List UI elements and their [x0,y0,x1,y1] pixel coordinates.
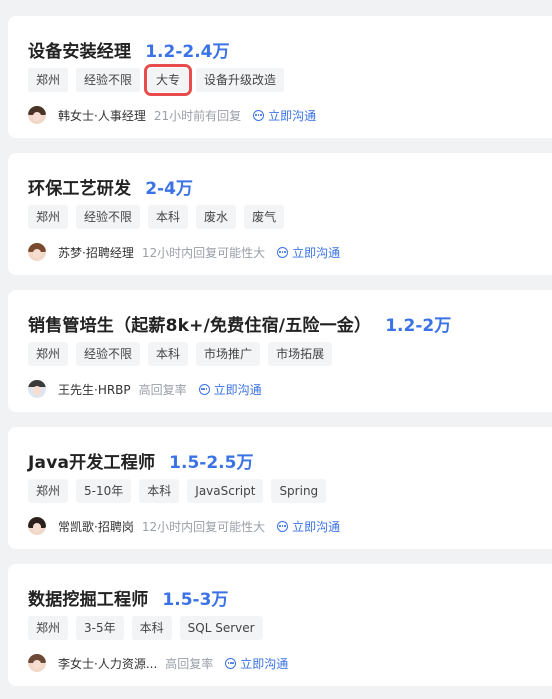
job-title-row: 数据挖掘工程师 1.5-3万 [28,584,228,610]
chat-button[interactable]: 立即沟通 [253,107,316,124]
job-tag: SQL Server [179,616,263,640]
recruiter-name: 李女士·人力资源... [58,656,158,671]
job-tag: 郑州 [28,616,69,640]
job-tag: 经验不限 [76,205,141,229]
job-tag: 本科 [148,342,189,366]
reply-status: 12小时内回复可能性大 [141,519,266,534]
job-tags: 郑州 经验不限 本科 废水 废气 [28,205,285,229]
job-tag: 本科 [131,616,172,640]
job-salary: 1.2-2.4万 [145,41,230,62]
recruiter-row: 常凯歌·招聘岗 12小时内回复可能性大 立即沟通 [28,515,340,537]
chat-icon [198,383,210,395]
avatar [28,380,46,398]
job-tag: 郑州 [28,68,69,92]
job-title-row: Java开发工程师 1.5-2.5万 [28,447,253,473]
job-tag-highlighted: 大专 [144,64,193,96]
recruiter-name: 王先生·HRBP [58,382,131,397]
recruiter-name: 韩女士·人事经理 [58,108,146,123]
job-tag: 经验不限 [76,68,141,92]
job-card[interactable]: 数据挖掘工程师 1.5-3万 郑州 3-5年 本科 SQL Server 李女士… [8,564,552,686]
recruiter-name: 苏梦·招聘经理 [58,245,134,260]
job-tags: 郑州 3-5年 本科 SQL Server [28,616,263,640]
reply-status: 12小时内回复可能性大 [141,245,266,260]
job-title-row: 设备安装经理 1.2-2.4万 [28,36,230,62]
job-tags: 郑州 5-10年 本科 JavaScript Spring [28,479,327,503]
chat-label: 立即沟通 [292,519,341,534]
recruiter-row: 韩女士·人事经理 21小时前有回复 立即沟通 [28,104,316,126]
avatar [28,243,46,261]
job-card[interactable]: 环保工艺研发 2-4万 郑州 经验不限 本科 废水 废气 苏梦·招聘经理 12小… [8,153,552,275]
job-tag: 本科 [139,479,180,503]
job-title[interactable]: Java开发工程师 [28,448,155,473]
recruiter-row: 王先生·HRBP 高回复率 立即沟通 [28,378,262,400]
job-tag: 经验不限 [76,342,141,366]
chat-button[interactable]: 立即沟通 [277,244,340,261]
chat-label: 立即沟通 [268,108,317,123]
job-salary: 1.2-2万 [385,315,452,336]
job-tag: 3-5年 [76,616,124,640]
job-tags: 郑州 经验不限 大专 设备升级改造 [28,64,285,96]
recruiter-row: 苏梦·招聘经理 12小时内回复可能性大 立即沟通 [28,241,340,263]
job-tag: JavaScript [187,479,264,503]
job-card[interactable]: Java开发工程师 1.5-2.5万 郑州 5-10年 本科 JavaScrip… [8,427,552,549]
job-tag: 废水 [196,205,237,229]
chat-button[interactable]: 立即沟通 [198,381,262,398]
avatar [28,106,46,124]
job-tag: 设备升级改造 [196,68,285,92]
job-title[interactable]: 设备安装经理 [28,37,131,62]
job-tag: 市场推广 [196,342,261,366]
recruiter-name: 常凯歌·招聘岗 [58,519,134,534]
avatar [28,517,46,535]
reply-status: 21小时前有回复 [153,108,242,123]
chat-icon [277,246,289,258]
job-title-row: 环保工艺研发 2-4万 [28,173,193,199]
job-salary: 1.5-2.5万 [169,452,254,473]
job-title[interactable]: 环保工艺研发 [28,174,131,199]
job-tag: 市场拓展 [268,342,333,366]
job-title[interactable]: 销售管培生（起薪8k+/免费住宿/五险一金） [28,311,371,336]
job-tag: 本科 [148,205,189,229]
job-salary: 2-4万 [145,178,193,199]
chat-label: 立即沟通 [292,245,341,260]
reply-status: 高回复率 [138,382,187,397]
reply-status: 高回复率 [165,656,214,671]
chat-button[interactable]: 立即沟通 [225,655,288,672]
job-card[interactable]: 设备安装经理 1.2-2.4万 郑州 经验不限 大专 设备升级改造 韩女士·人事… [8,16,552,138]
job-tags: 郑州 经验不限 本科 市场推广 市场拓展 [28,342,333,366]
chat-icon [225,657,237,669]
chat-icon [277,520,289,532]
job-card[interactable]: 销售管培生（起薪8k+/免费住宿/五险一金） 1.2-2万 郑州 经验不限 本科… [8,290,552,412]
job-tag: 郑州 [28,342,69,366]
job-title-row: 销售管培生（起薪8k+/免费住宿/五险一金） 1.2-2万 [28,310,451,336]
job-tag: 废气 [244,205,285,229]
recruiter-row: 李女士·人力资源... 高回复率 立即沟通 [28,652,288,674]
job-salary: 1.5-3万 [162,589,229,610]
chat-label: 立即沟通 [240,656,289,671]
avatar [28,654,46,672]
chat-button[interactable]: 立即沟通 [277,518,340,535]
job-title[interactable]: 数据挖掘工程师 [28,585,148,610]
job-tag: 5-10年 [76,479,132,503]
job-tag: Spring [271,479,327,503]
job-tag: 郑州 [28,205,69,229]
chat-icon [253,109,265,121]
chat-label: 立即沟通 [213,382,262,397]
job-tag: 郑州 [28,479,69,503]
